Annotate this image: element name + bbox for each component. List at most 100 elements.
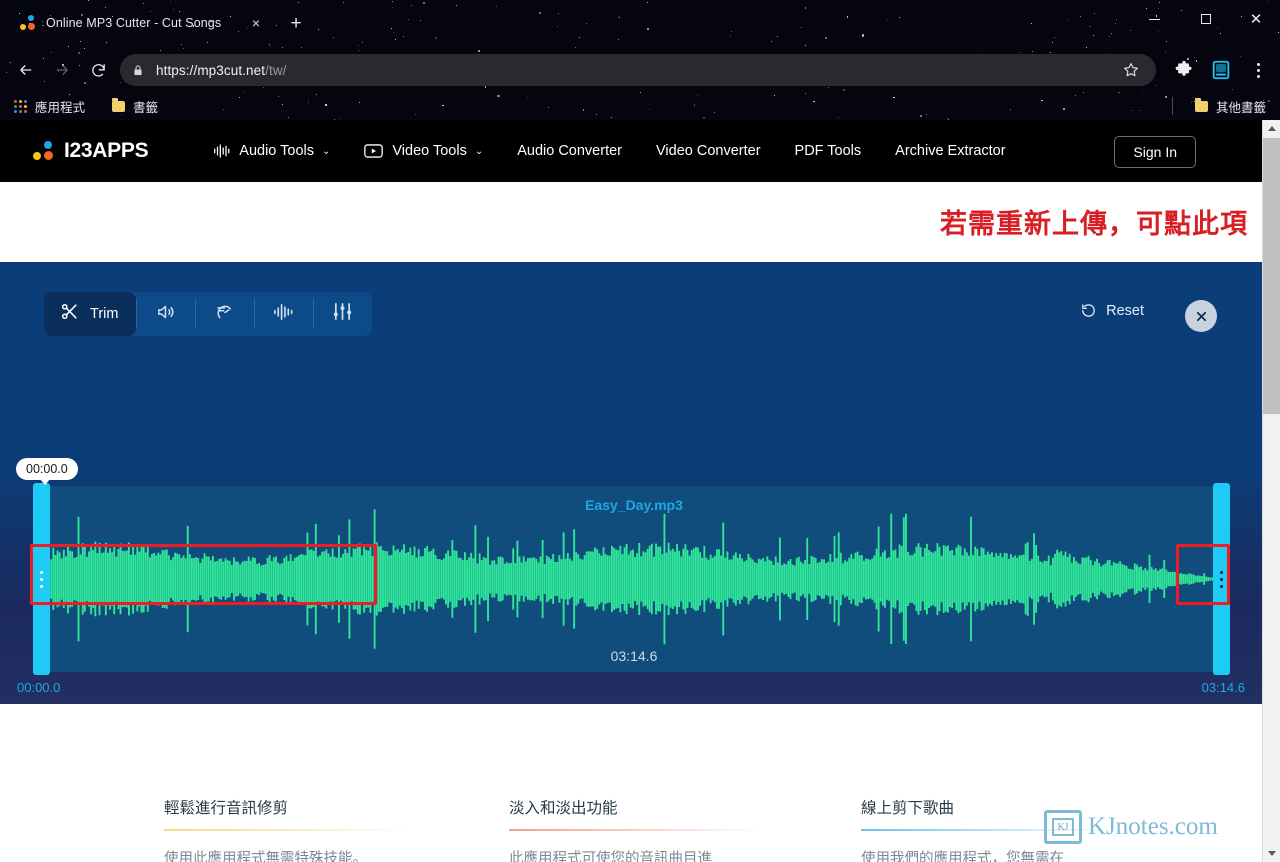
waveform-area[interactable]: Easy_Day.mp3 03:14.6 (0, 483, 1262, 675)
grip-dots-icon (1220, 570, 1223, 588)
feature-title: 線上剪下歌曲 (861, 800, 955, 817)
feature-title: 輕鬆進行音訊修剪 (164, 800, 289, 817)
folder-icon (112, 97, 125, 112)
nav-item-label: Audio Tools (239, 143, 314, 159)
chevron-down-icon: ⌄ (321, 145, 331, 157)
bookmark-books-label: 書籤 (133, 100, 159, 115)
nav-item-label: Archive Extractor (895, 143, 1006, 159)
nav-item-pdf-tools[interactable]: PDF Tools (778, 120, 879, 182)
scrollbar-thumb[interactable] (1263, 138, 1280, 414)
close-icon: ✕ (1249, 10, 1263, 28)
tool-waveform-button[interactable] (254, 292, 313, 336)
browser-tab[interactable]: Online MP3 Cutter - Cut Songs × (12, 6, 274, 40)
tool-speed-button[interactable] (195, 292, 254, 336)
timeline-start-label: 00:00.0 (17, 680, 61, 695)
triangle-up-icon (1267, 126, 1276, 131)
bookmarks-bar: 應用程式 書籤 其他書籤 (0, 92, 1280, 120)
nav-item-archive-extractor[interactable]: Archive Extractor (878, 120, 1022, 182)
annotation-band: 若需重新上傳，可點此項 (0, 182, 1262, 262)
main-navigation: Audio Tools ⌄ Video Tools ⌄ Audio Conver… (196, 120, 1022, 182)
tab-title: Online MP3 Cutter - Cut Songs (46, 16, 222, 30)
tool-trim-label: Trim (90, 306, 119, 322)
page-scrollbar[interactable] (1262, 120, 1280, 862)
start-time-tooltip: 00:00.0 (16, 458, 78, 485)
scrollbar-down-button[interactable] (1263, 845, 1280, 862)
scissors-icon (60, 302, 79, 326)
selection-handle-end[interactable] (1213, 483, 1230, 675)
browser-nav-row: https://mp3cut.net/tw/ (0, 52, 1280, 92)
nav-item-label: Video Tools (392, 143, 467, 159)
bookmark-other-folder[interactable]: 其他書籤 (1194, 92, 1266, 120)
nav-item-audio-tools[interactable]: Audio Tools ⌄ (196, 120, 347, 182)
video-play-icon (364, 143, 384, 159)
tool-trim-button[interactable]: Trim (44, 292, 137, 336)
minimize-icon (1148, 18, 1160, 20)
window-maximize-button[interactable] (1184, 4, 1228, 34)
nav-item-video-converter[interactable]: Video Converter (639, 120, 778, 182)
address-bar-url: https://mp3cut.net/tw/ (156, 63, 287, 78)
browser-menu-button[interactable] (1248, 58, 1268, 82)
editor-toolbar: Trim (44, 292, 373, 336)
extensions-puzzle-icon[interactable] (1174, 60, 1194, 80)
brand-name: I23APPS (64, 139, 149, 162)
bookmark-folder-books[interactable]: 書籤 (112, 92, 158, 120)
back-button[interactable] (8, 52, 44, 88)
tool-volume-button[interactable] (136, 292, 195, 336)
tab-favicon-icon (20, 15, 36, 31)
url-host: mp3cut.net (197, 62, 266, 78)
chevron-down-icon: ⌄ (474, 145, 484, 157)
blue-extension-icon[interactable] (1210, 59, 1232, 81)
reload-button[interactable] (80, 52, 116, 88)
bookmark-apps[interactable]: 應用程式 (14, 92, 85, 120)
speaker-icon (155, 302, 176, 327)
close-file-button[interactable] (1185, 300, 1217, 332)
close-icon (1196, 311, 1206, 321)
window-minimize-button[interactable] (1132, 4, 1176, 34)
bookmark-star-icon[interactable] (1122, 61, 1140, 79)
nav-item-label: Video Converter (656, 143, 761, 159)
brand-logo[interactable]: I23APPS (33, 139, 149, 163)
feature-rule (164, 829, 416, 831)
waveform-selection[interactable]: Easy_Day.mp3 03:14.6 (38, 486, 1230, 672)
scrollbar-up-button[interactable] (1263, 120, 1280, 137)
speed-gauge-icon (214, 302, 235, 327)
feature-card: 輕鬆進行音訊修剪 使用此應用程式無需特殊技能。 (164, 796, 464, 862)
nav-item-audio-converter[interactable]: Audio Converter (500, 120, 639, 182)
address-bar[interactable]: https://mp3cut.net/tw/ (120, 54, 1156, 86)
reload-icon (91, 63, 105, 77)
bookmark-other-label: 其他書籤 (1215, 100, 1266, 115)
annotation-text: 若需重新上傳，可點此項 (940, 209, 1248, 239)
nav-item-video-tools[interactable]: Video Tools ⌄ (347, 120, 500, 182)
forward-button[interactable] (44, 52, 80, 88)
new-tab-button[interactable]: + (284, 11, 308, 35)
selection-handle-start[interactable] (33, 483, 50, 675)
arrow-right-icon (56, 65, 68, 75)
feature-rule (509, 829, 761, 831)
apps-grid-icon (14, 99, 27, 113)
reset-button[interactable]: Reset (1080, 302, 1144, 319)
triangle-down-icon (1267, 851, 1276, 856)
nav-item-label: PDF Tools (794, 143, 862, 159)
audio-wave-icon (273, 303, 294, 326)
reset-label: Reset (1106, 302, 1144, 319)
tool-equalizer-button[interactable] (313, 292, 372, 336)
timeline-end-label: 03:14.6 (1201, 680, 1245, 695)
url-path: /tw/ (265, 62, 287, 78)
sign-in-button[interactable]: Sign In (1114, 136, 1196, 168)
equalizer-icon (332, 302, 353, 326)
waveform-filename: Easy_Day.mp3 (585, 497, 683, 513)
page-viewport: I23APPS Audio Tools ⌄ Video Tools ⌄ Audi… (0, 120, 1280, 862)
site-header: I23APPS Audio Tools ⌄ Video Tools ⌄ Audi… (0, 120, 1262, 182)
feature-body: 使用我們的應用程式，您無需在 (861, 851, 1064, 862)
nav-item-label: Audio Converter (517, 143, 622, 159)
feature-card: 淡入和淡出功能 此應用程式可使您的音訊曲目進 (509, 796, 809, 862)
feature-title: 淡入和淡出功能 (509, 800, 618, 817)
url-scheme: https:// (156, 62, 198, 78)
tab-close-icon[interactable]: × (246, 13, 266, 33)
waveform-graphic (44, 509, 1222, 649)
window-close-button[interactable]: ✕ (1234, 4, 1278, 34)
undo-arrow-icon (1080, 302, 1097, 319)
bookmarks-separator (1172, 97, 1173, 115)
waveform-icon (213, 143, 230, 159)
arrow-left-icon (20, 65, 32, 75)
